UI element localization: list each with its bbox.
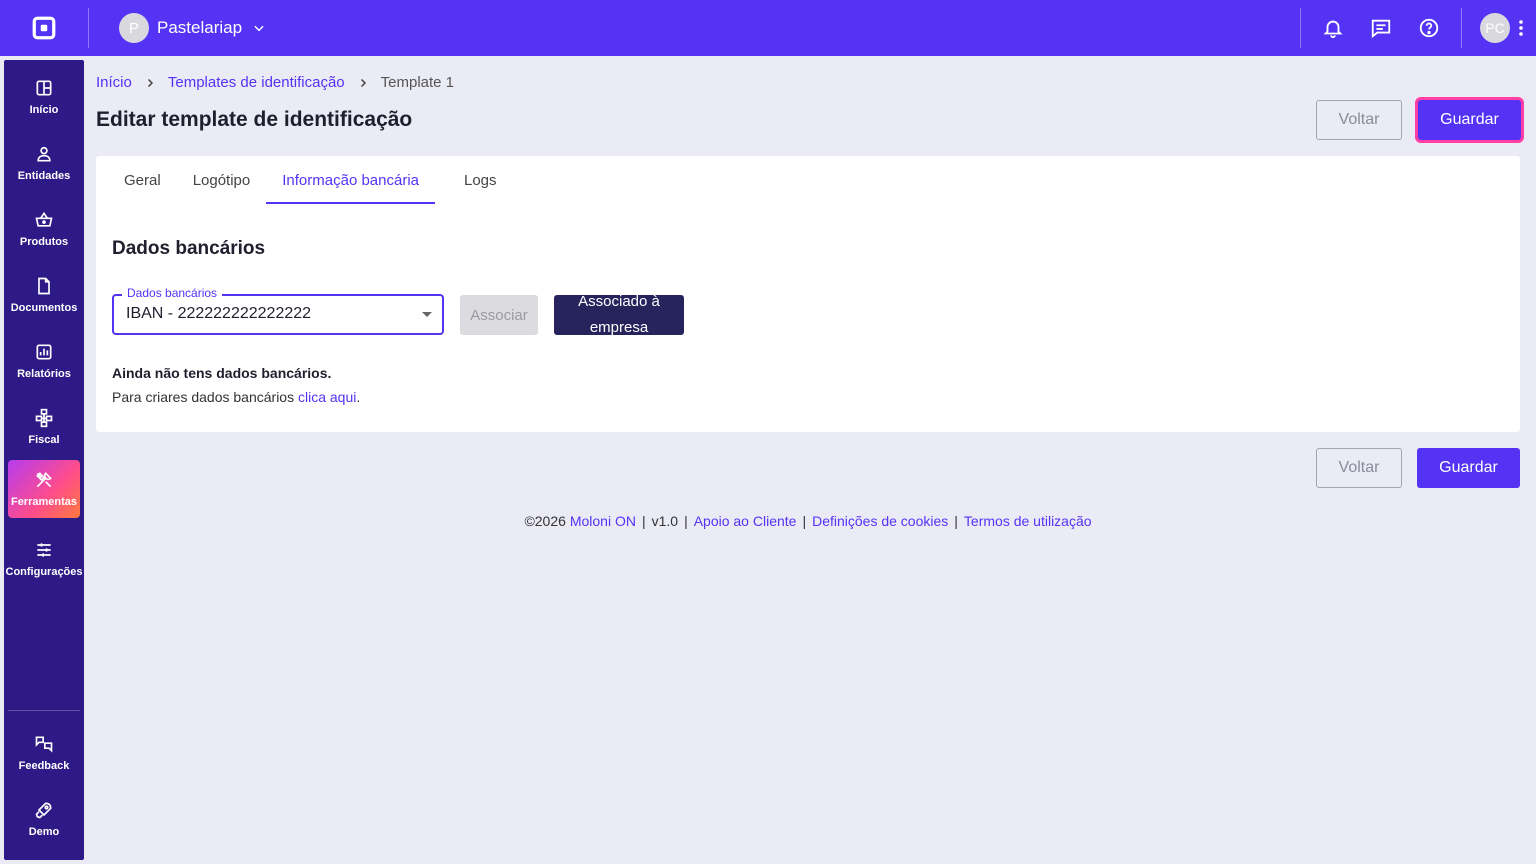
kebab-icon	[1519, 20, 1523, 36]
sidebar-item-ferramentas[interactable]: Ferramentas	[8, 460, 80, 518]
footer-version: v1.0	[651, 513, 679, 529]
notifications-button[interactable]	[1309, 4, 1357, 52]
sidebar-item-label: Início	[29, 104, 59, 116]
section-title: Dados bancários	[112, 238, 266, 259]
tab-geral[interactable]: Geral	[108, 156, 177, 204]
footer-separator: |	[802, 513, 807, 529]
breadcrumb-current: Template 1	[380, 74, 455, 91]
company-switcher[interactable]: P Pastelariap	[119, 13, 266, 43]
sidebar-item-label: Entidades	[17, 170, 71, 182]
sliders-icon	[37, 543, 51, 557]
create-bank-data-link[interactable]: clica aqui	[298, 389, 356, 405]
messages-button[interactable]	[1357, 4, 1405, 52]
footer-separator: |	[954, 513, 958, 529]
chat-icon	[1371, 19, 1391, 39]
moloni-logo-icon[interactable]	[0, 0, 88, 56]
topbar-divider	[1300, 8, 1301, 48]
more-menu-button[interactable]	[1510, 4, 1532, 52]
sidebar-item-feedback[interactable]: Feedback	[8, 724, 80, 782]
empty-state-prefix: Para criares dados bancários	[112, 389, 298, 405]
sidebar-item-label: Documentos	[10, 302, 78, 314]
company-name: Pastelariap	[157, 18, 243, 37]
footer: ©2026 Moloni ON | v1.0 | Apoio ao Cliente | De…	[0, 513, 1536, 529]
hierarchy-icon	[35, 408, 53, 428]
bank-info-card: Geral Logótipo Informação bancária Logs …	[96, 156, 1520, 432]
user-avatar[interactable]: PC	[1480, 13, 1510, 43]
topbar-divider	[1461, 8, 1462, 48]
basket-icon	[35, 211, 53, 227]
home-grid-icon	[36, 80, 52, 96]
empty-state-suffix: .	[356, 389, 361, 405]
breadcrumb-home-link[interactable]: Início	[96, 74, 132, 91]
breadcrumb-templates-link[interactable]: Templates de identificação	[168, 74, 345, 91]
save-button-top[interactable]: Guardar	[1418, 100, 1521, 140]
breadcrumb: Início Templates de identificação Templa…	[96, 74, 454, 91]
footer-terms-link[interactable]: Termos de utilização	[964, 513, 1092, 529]
feedback-icon	[35, 736, 53, 753]
sidebar-item-fiscal[interactable]: Fiscal	[8, 398, 80, 456]
footer-cookies-link[interactable]: Definições de cookies	[812, 513, 948, 529]
user-icon	[37, 146, 51, 162]
page-title: Editar template de identificação	[96, 108, 413, 131]
sidebar-item-label: Relatórios	[17, 368, 71, 380]
footer-separator: |	[641, 513, 646, 529]
footer-copyright: ©2026	[524, 513, 570, 529]
tab-informacao-bancaria[interactable]: Informação bancária	[266, 156, 435, 204]
footer-brand-link[interactable]: Moloni ON	[570, 513, 636, 529]
tab-logotipo[interactable]: Logótipo	[177, 156, 267, 204]
help-icon	[1419, 18, 1439, 38]
associate-button[interactable]: Associar	[460, 295, 538, 335]
sidebar: Início Entidades Produtos Documentos Rel…	[4, 60, 84, 860]
sidebar-item-label: Fiscal	[28, 434, 60, 446]
chart-icon	[36, 344, 52, 360]
chevron-down-icon	[254, 25, 264, 32]
document-icon	[38, 277, 50, 295]
back-button-top[interactable]: Voltar	[1316, 100, 1402, 140]
sidebar-item-relatorios[interactable]: Relatórios	[8, 332, 80, 390]
save-button-bottom[interactable]: Guardar	[1417, 448, 1520, 488]
tab-bar: Geral Logótipo Informação bancária Logs	[108, 156, 513, 204]
bell-icon	[1323, 20, 1343, 39]
rocket-icon	[35, 802, 52, 819]
sidebar-divider	[8, 710, 80, 711]
top-bar: P Pastelariap PC	[0, 0, 1536, 56]
bank-data-select-value: IBAN - 222222222222222	[126, 305, 312, 322]
sidebar-item-label: Configurações	[5, 566, 83, 578]
sidebar-item-label: Produtos	[19, 236, 69, 248]
bank-data-select[interactable]: Dados bancários IBAN - 222222222222222	[112, 286, 444, 335]
company-avatar: P	[119, 13, 149, 43]
sidebar-item-configuracoes[interactable]: Configurações	[5, 530, 83, 588]
sidebar-item-demo[interactable]: Demo	[8, 790, 80, 848]
sidebar-item-entidades[interactable]: Entidades	[8, 134, 80, 192]
bank-data-select-label: Dados bancários	[122, 286, 223, 300]
back-button-bottom[interactable]: Voltar	[1316, 448, 1402, 488]
sidebar-item-produtos[interactable]: Produtos	[8, 200, 80, 258]
tab-logs[interactable]: Logs	[448, 156, 513, 204]
sidebar-item-inicio[interactable]: Início	[8, 68, 80, 126]
sidebar-item-label: Feedback	[18, 760, 70, 772]
chevron-right-icon	[360, 78, 366, 87]
topbar-divider	[88, 8, 89, 48]
sidebar-item-documentos[interactable]: Documentos	[8, 266, 80, 324]
caret-down-icon	[422, 312, 432, 317]
empty-state-title: Ainda não tens dados bancários.	[112, 365, 332, 381]
sidebar-item-label: Demo	[28, 826, 60, 838]
associated-to-company-button[interactable]: Associado à empresa	[554, 295, 684, 335]
empty-state-text: Para criares dados bancários clica aqui.	[112, 389, 360, 405]
footer-support-link[interactable]: Apoio ao Cliente	[694, 513, 797, 529]
tools-icon	[36, 472, 52, 488]
help-button[interactable]	[1405, 4, 1453, 52]
chevron-right-icon	[147, 78, 153, 87]
sidebar-item-label: Ferramentas	[10, 496, 78, 508]
footer-separator: |	[684, 513, 688, 529]
